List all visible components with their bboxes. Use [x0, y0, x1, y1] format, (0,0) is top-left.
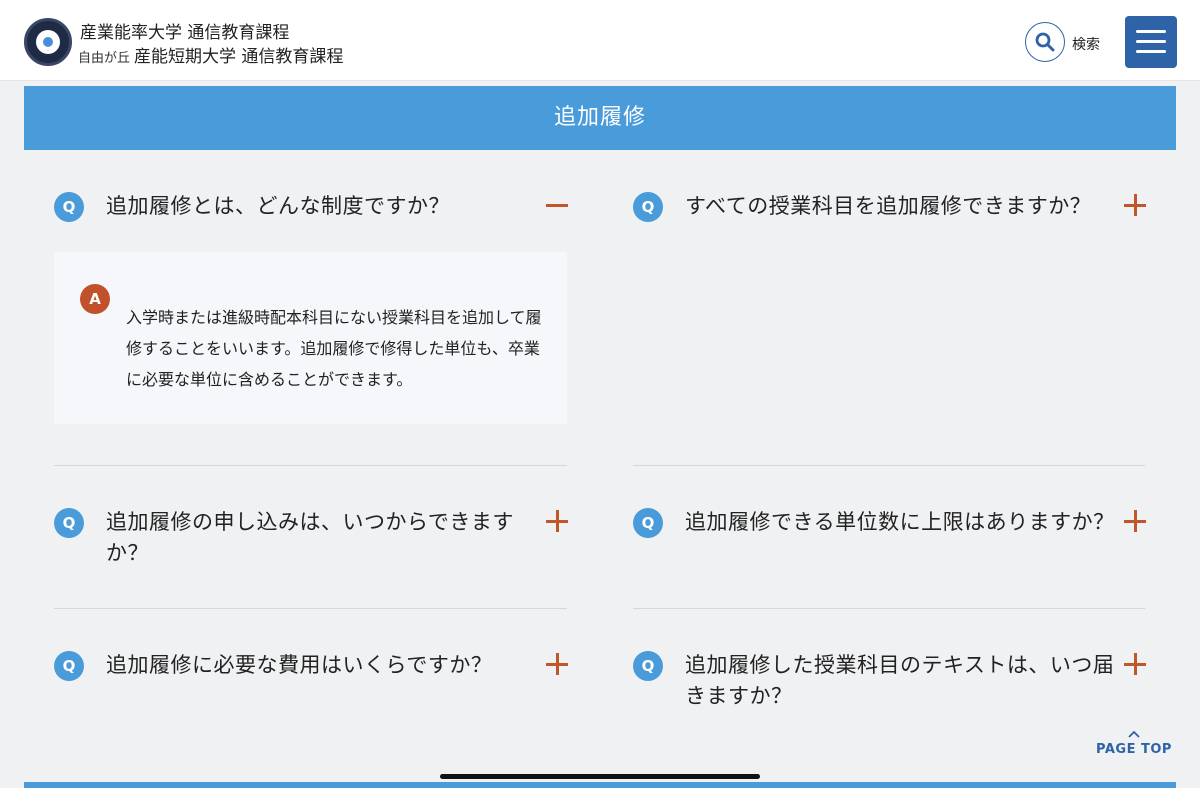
divider — [633, 608, 1145, 609]
q-badge: Q — [633, 651, 663, 681]
a-badge: A — [80, 284, 110, 314]
expand-icon[interactable] — [546, 510, 568, 532]
q-badge: Q — [633, 508, 663, 538]
college-name-main: 産能短期大学 通信教育課程 — [134, 47, 344, 67]
divider — [633, 465, 1145, 466]
faq-question[interactable]: 追加履修に必要な費用はいくらですか？ — [106, 650, 536, 681]
page-top-button[interactable]: PAGE TOP — [1094, 728, 1174, 757]
menu-button[interactable] — [1125, 16, 1177, 68]
divider — [54, 465, 567, 466]
faq-question[interactable]: すべての授業科目を追加履修できますか？ — [685, 191, 1115, 222]
site-header: 産業能率大学 通信教育課程 自由が丘 産能短期大学 通信教育課程 検索 — [0, 0, 1200, 81]
expand-icon[interactable] — [546, 653, 568, 675]
faq-question[interactable]: 追加履修した授業科目のテキストは、いつ届きますか？ — [685, 650, 1115, 712]
faq-question[interactable]: 追加履修とは、どんな制度ですか？ — [106, 191, 536, 222]
expand-icon[interactable] — [1124, 510, 1146, 532]
faq-question[interactable]: 追加履修の申し込みは、いつからできますか？ — [106, 507, 536, 569]
hamburger-icon — [1136, 40, 1166, 43]
section-title: 追加履修 — [24, 86, 1176, 150]
search-icon — [1035, 32, 1055, 52]
search-button[interactable] — [1025, 22, 1065, 62]
faq-answer-text: 入学時または進級時配本科目にない授業科目を追加して履修することをいいます。追加履… — [126, 308, 542, 389]
university-name[interactable]: 産業能率大学 通信教育課程 — [80, 18, 289, 43]
faq-answer: A 入学時または進級時配本科目にない授業科目を追加して履修することをいいます。追… — [54, 252, 567, 424]
collapse-icon[interactable] — [546, 194, 568, 216]
divider — [54, 608, 567, 609]
q-badge: Q — [54, 651, 84, 681]
chevron-up-icon — [1128, 730, 1140, 738]
home-indicator[interactable] — [440, 774, 760, 779]
footer-bar — [24, 782, 1176, 788]
expand-icon[interactable] — [1124, 194, 1146, 216]
university-logo[interactable] — [24, 18, 72, 66]
expand-icon[interactable] — [1124, 653, 1146, 675]
hamburger-icon — [1136, 50, 1166, 53]
faq-question[interactable]: 追加履修できる単位数に上限はありますか？ — [685, 507, 1115, 538]
search-label[interactable]: 検索 — [1072, 34, 1100, 54]
hamburger-icon — [1136, 30, 1166, 33]
q-badge: Q — [54, 508, 84, 538]
q-badge: Q — [633, 192, 663, 222]
college-name-prefix: 自由が丘 — [78, 51, 131, 66]
q-badge: Q — [54, 192, 84, 222]
college-name[interactable]: 自由が丘 産能短期大学 通信教育課程 — [78, 42, 343, 67]
page-top-label: PAGE TOP — [1096, 742, 1172, 757]
